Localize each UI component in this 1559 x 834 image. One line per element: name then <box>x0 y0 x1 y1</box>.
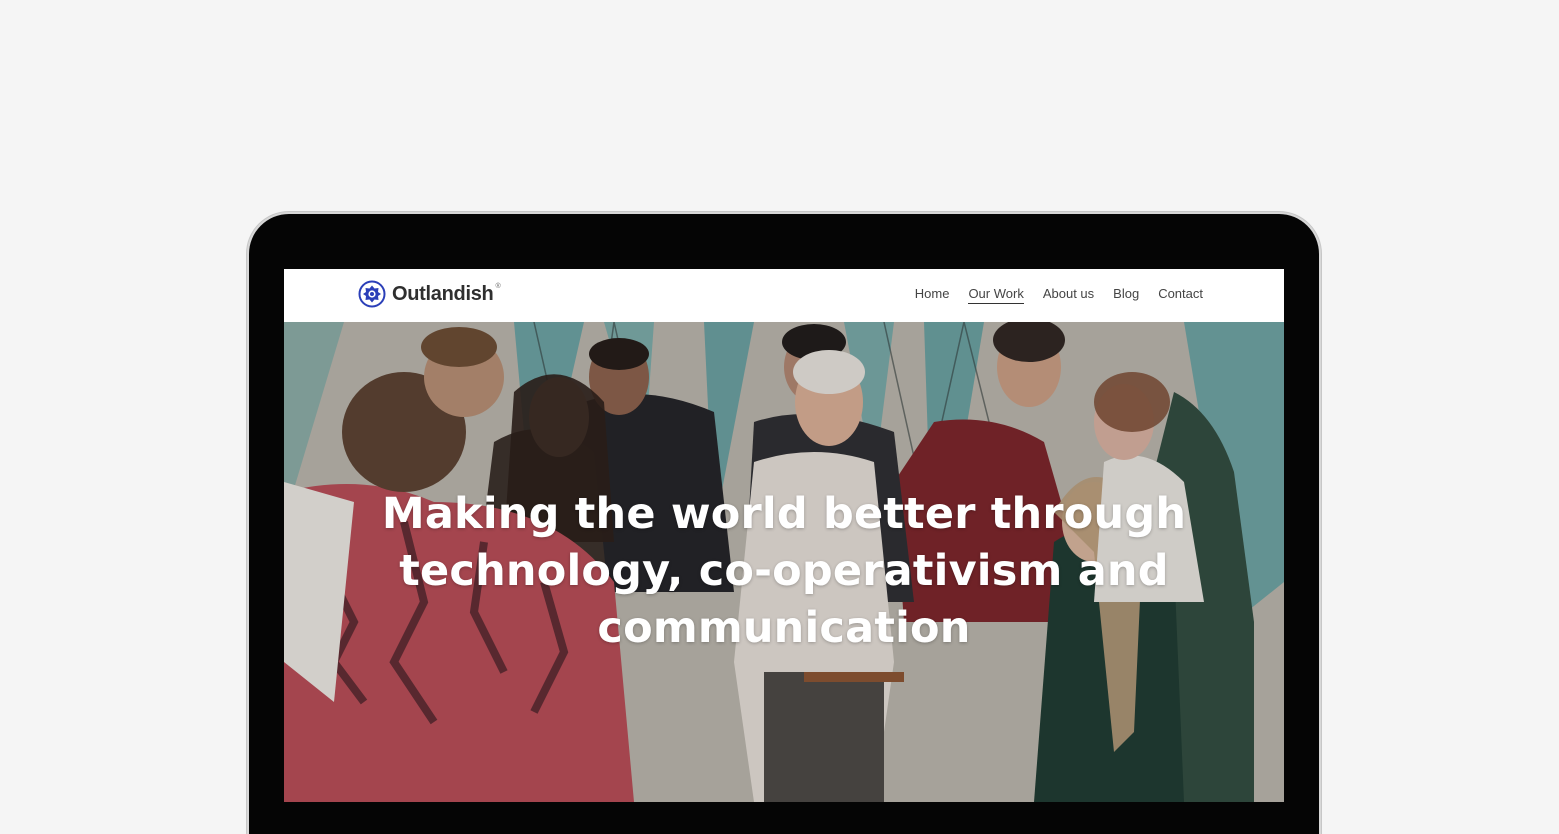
registered-mark: ® <box>495 282 501 290</box>
nav-item-blog[interactable]: Blog <box>1113 286 1139 304</box>
hero-section: Making the world better through technolo… <box>284 322 1284 802</box>
nav-item-about-us[interactable]: About us <box>1043 286 1094 304</box>
laptop-screen: Outlandish ® Home Our Work About us Blog… <box>284 269 1284 802</box>
brand-name: Outlandish <box>392 282 494 305</box>
nav-item-contact[interactable]: Contact <box>1158 286 1203 304</box>
nav-item-home[interactable]: Home <box>915 286 950 304</box>
brand-logo-link[interactable]: Outlandish ® <box>358 280 505 308</box>
hero-heading: Making the world better through technolo… <box>381 489 1187 653</box>
outlandish-logo-icon <box>358 280 386 308</box>
main-nav: Home Our Work About us Blog Contact <box>915 286 1203 304</box>
nav-item-our-work[interactable]: Our Work <box>968 286 1024 304</box>
site-header: Outlandish ® Home Our Work About us Blog… <box>284 269 1284 322</box>
